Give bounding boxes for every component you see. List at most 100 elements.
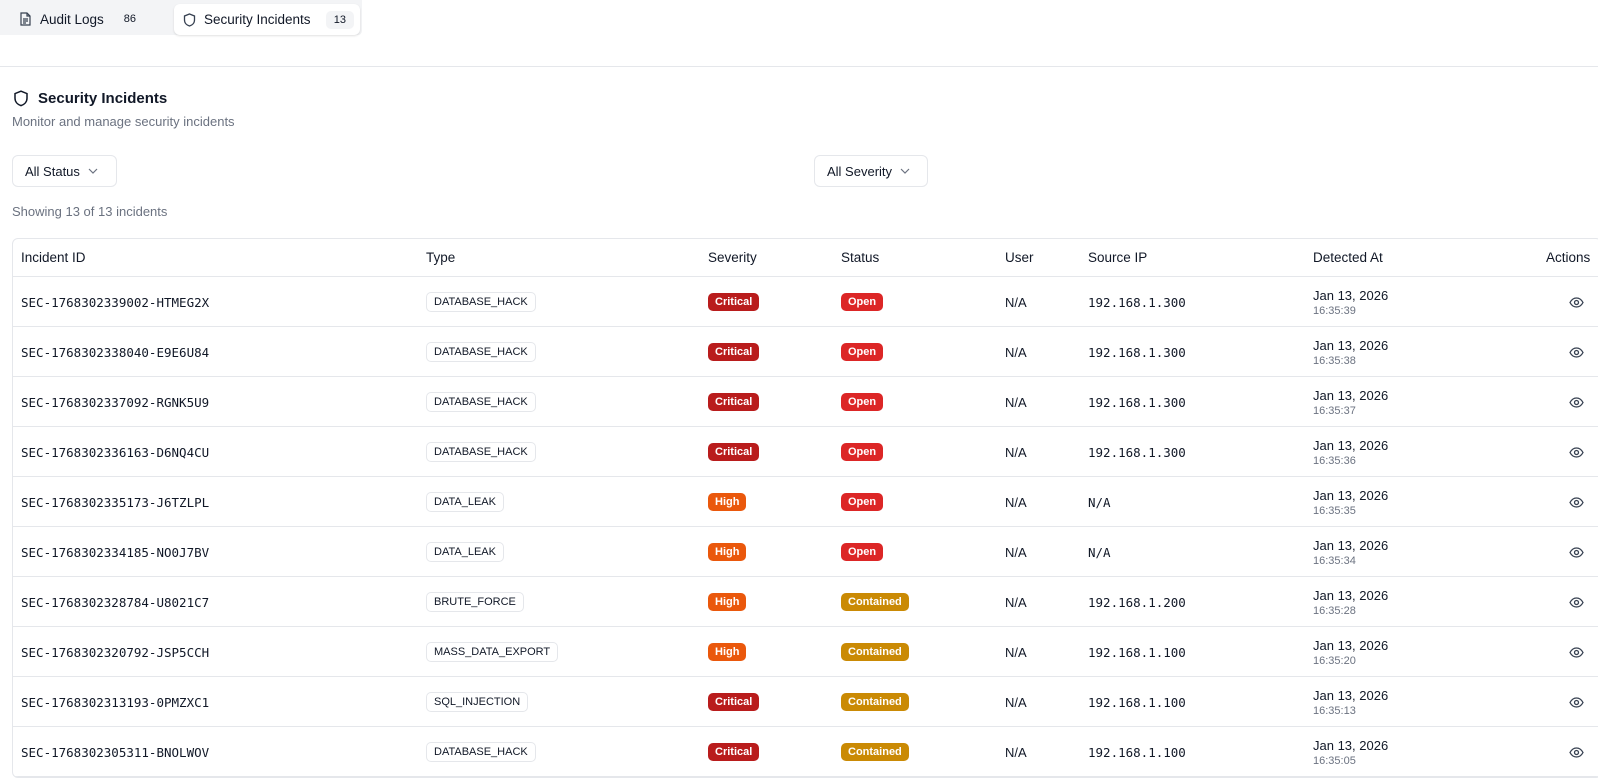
user-cell: N/A (1005, 294, 1027, 310)
type-cell: BRUTE_FORCE (426, 577, 524, 627)
detected-time: 16:35:13 (1313, 704, 1356, 717)
actions-cell (1568, 377, 1584, 427)
status-badge: Open (841, 393, 884, 411)
incidents-table: Incident ID Type Severity Status User So… (12, 238, 1598, 778)
shield-icon (182, 12, 196, 27)
table-row: SEC-1768302313193-0PMZXC1 SQL_INJECTION Cr… (13, 677, 1598, 727)
col-type: Type (426, 250, 456, 265)
status-cell: Contained (841, 677, 909, 727)
source-ip-cell: 192.168.1.300 (1088, 294, 1186, 310)
chevron-down-icon (88, 166, 98, 176)
col-status: Status (841, 250, 880, 265)
actions-cell (1568, 427, 1584, 477)
detected-date: Jan 13, 2026 (1313, 737, 1389, 753)
severity-filter-select[interactable]: All Severity (814, 155, 928, 187)
status-badge: Contained (841, 643, 909, 661)
col-severity: Severity (708, 250, 757, 265)
type-badge: DATABASE_HACK (426, 392, 536, 412)
status-badge: Contained (841, 693, 909, 711)
type-badge: DATABASE_HACK (426, 292, 536, 312)
eye-icon[interactable] (1568, 744, 1584, 760)
incident-id: SEC-1768302320792-JSP5CCH (21, 644, 210, 660)
incident-id: SEC-1768302338040-E9E6U84 (21, 344, 210, 360)
actions-cell (1568, 277, 1584, 327)
table-row: SEC-1768302305311-BNOLWOV DATABASE_HACK Cr… (13, 727, 1598, 777)
actions-cell (1568, 477, 1584, 527)
type-cell: DATA_LEAK (426, 527, 504, 577)
user-cell: N/A (1005, 594, 1027, 610)
section-title: Security Incidents (12, 89, 167, 107)
detected-date: Jan 13, 2026 (1313, 587, 1389, 603)
severity-badge: High (708, 493, 747, 511)
incident-id: SEC-1768302328784-U8021C7 (21, 594, 210, 610)
severity-cell: Critical (708, 277, 760, 327)
detected-at-cell: Jan 13, 2026 16:35:28 (1313, 577, 1388, 627)
type-cell: DATABASE_HACK (426, 327, 536, 377)
col-actions: Actions (1546, 250, 1591, 265)
detected-at-cell: Jan 13, 2026 16:35:36 (1313, 427, 1388, 477)
type-cell: DATA_LEAK (426, 477, 504, 527)
severity-cell: High (708, 477, 747, 527)
severity-badge: Critical (708, 443, 760, 461)
source-ip-cell: N/A (1088, 544, 1111, 560)
status-cell: Open (841, 377, 884, 427)
table-row: SEC-1768302338040-E9E6U84 DATABASE_HACK Cr… (13, 327, 1598, 377)
tab-audit-logs[interactable]: Audit Logs 86 (10, 4, 170, 34)
detected-time: 16:35:39 (1313, 304, 1356, 317)
incident-id: SEC-1768302305311-BNOLWOV (21, 744, 210, 760)
detected-time: 16:35:36 (1313, 454, 1356, 467)
table-row: SEC-1768302336163-D6NQ4CU DATABASE_HACK Cr… (13, 427, 1598, 477)
type-badge: SQL_INJECTION (426, 692, 529, 712)
table-row: SEC-1768302339002-HTMEG2X DATABASE_HACK Cr… (13, 277, 1598, 327)
incident-id: SEC-1768302334185-NO0J7BV (21, 544, 210, 560)
user-cell: N/A (1005, 694, 1027, 710)
tab-security-incidents[interactable]: Security Incidents 13 (174, 4, 360, 35)
eye-icon[interactable] (1568, 294, 1584, 310)
type-badge: DATABASE_HACK (426, 742, 536, 762)
status-filter-select[interactable]: All Status (12, 155, 117, 187)
actions-cell (1568, 627, 1584, 677)
incident-id: SEC-1768302336163-D6NQ4CU (21, 444, 210, 460)
detected-at-cell: Jan 13, 2026 16:35:13 (1313, 677, 1388, 727)
eye-icon[interactable] (1568, 494, 1584, 510)
eye-icon[interactable] (1568, 344, 1584, 360)
type-badge: DATA_LEAK (426, 492, 504, 512)
user-cell: N/A (1005, 394, 1027, 410)
user-cell: N/A (1005, 644, 1027, 660)
eye-icon[interactable] (1568, 394, 1584, 410)
type-cell: DATABASE_HACK (426, 727, 536, 777)
detected-date: Jan 13, 2026 (1313, 487, 1389, 503)
eye-icon[interactable] (1568, 694, 1584, 710)
status-cell: Open (841, 327, 884, 377)
table-row: SEC-1768302328784-U8021C7 BRUTE_FORCE High… (13, 577, 1598, 627)
detected-at-cell: Jan 13, 2026 16:35:35 (1313, 477, 1388, 527)
detected-time: 16:35:38 (1313, 354, 1356, 367)
eye-icon[interactable] (1568, 594, 1584, 610)
eye-icon[interactable] (1568, 544, 1584, 560)
detected-time: 16:35:37 (1313, 404, 1356, 417)
detected-time: 16:35:20 (1313, 654, 1356, 667)
source-ip-cell: 192.168.1.200 (1088, 594, 1186, 610)
actions-cell (1568, 677, 1584, 727)
user-cell: N/A (1005, 544, 1027, 560)
status-badge: Contained (841, 743, 909, 761)
detected-date: Jan 13, 2026 (1313, 387, 1389, 403)
actions-cell (1568, 527, 1584, 577)
header-divider (0, 66, 1598, 67)
eye-icon[interactable] (1568, 644, 1584, 660)
source-ip-cell: 192.168.1.300 (1088, 394, 1186, 410)
type-badge: DATABASE_HACK (426, 342, 536, 362)
user-cell: N/A (1005, 744, 1027, 760)
col-incident-id: Incident ID (21, 250, 86, 265)
type-cell: DATABASE_HACK (426, 277, 536, 327)
type-cell: DATABASE_HACK (426, 427, 536, 477)
eye-icon[interactable] (1568, 444, 1584, 460)
actions-cell (1568, 577, 1584, 627)
results-count: Showing 13 of 13 incidents (12, 204, 168, 219)
detected-time: 16:35:05 (1313, 754, 1356, 767)
detected-date: Jan 13, 2026 (1313, 687, 1389, 703)
severity-filter-value: All Severity (827, 163, 893, 179)
incident-id: SEC-1768302335173-J6TZLPL (21, 494, 210, 510)
type-badge: BRUTE_FORCE (426, 592, 524, 612)
section-title-text: Security Incidents (38, 89, 168, 107)
